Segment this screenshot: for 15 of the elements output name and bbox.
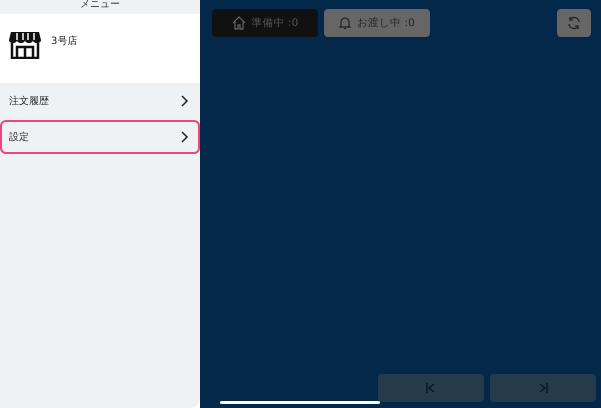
chevron-icon <box>181 131 189 143</box>
menu-title: メニュー <box>79 0 121 12</box>
last-page-icon <box>538 383 548 393</box>
home-icon <box>232 16 246 30</box>
menu-item[interactable]: 設定 <box>0 120 200 154</box>
menu-item[interactable]: 注文履歴 <box>0 84 200 118</box>
bell-icon <box>339 16 352 30</box>
shop-icon <box>8 31 42 59</box>
refresh-icon <box>567 16 581 30</box>
first-page-icon <box>426 383 436 393</box>
chevron-icon <box>181 95 189 107</box>
store-name: 3号店 <box>51 34 78 48</box>
first-page-button[interactable] <box>378 374 484 402</box>
refresh-button[interactable] <box>557 9 591 37</box>
last-page-button[interactable] <box>490 374 596 402</box>
